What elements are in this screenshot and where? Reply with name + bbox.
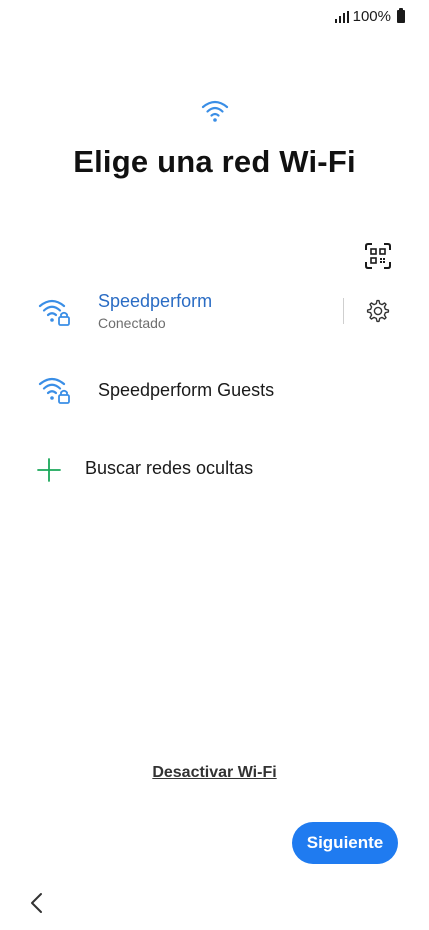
qr-code-scan-icon[interactable] [364, 242, 392, 270]
divider [343, 298, 344, 324]
signal-bars-icon [334, 10, 349, 23]
wifi-lock-icon [38, 299, 70, 326]
battery-percentage: 100% [352, 8, 391, 25]
network-status: Conectado [98, 315, 166, 331]
network-item-speedperform-guests[interactable]: Speedperform Guests [0, 358, 429, 422]
status-bar: 100% [334, 8, 405, 25]
network-item-speedperform[interactable]: Speedperform Conectado [0, 280, 429, 344]
network-text: Speedperform Conectado [98, 290, 212, 331]
wifi-lock-icon [38, 377, 70, 404]
plus-icon [37, 458, 61, 482]
search-hidden-networks-label: Buscar redes ocultas [85, 458, 254, 478]
chevron-left-icon[interactable] [26, 890, 48, 916]
search-hidden-networks-button[interactable]: Buscar redes ocultas [0, 450, 429, 490]
disable-wifi-link[interactable]: Desactivar Wi-Fi [0, 764, 429, 782]
wifi-setup-screen: 100% Elige una red Wi-Fi Speedperform Co… [0, 0, 429, 930]
network-text: Speedperform Guests [98, 379, 274, 401]
gear-icon[interactable] [364, 297, 392, 325]
wifi-icon [201, 100, 228, 122]
network-name: Speedperform [98, 291, 213, 311]
page-title: Elige una red Wi-Fi [73, 144, 356, 179]
next-button[interactable]: Siguiente [292, 822, 398, 864]
network-name: Speedperform Guests [98, 380, 275, 400]
battery-icon [397, 8, 405, 23]
